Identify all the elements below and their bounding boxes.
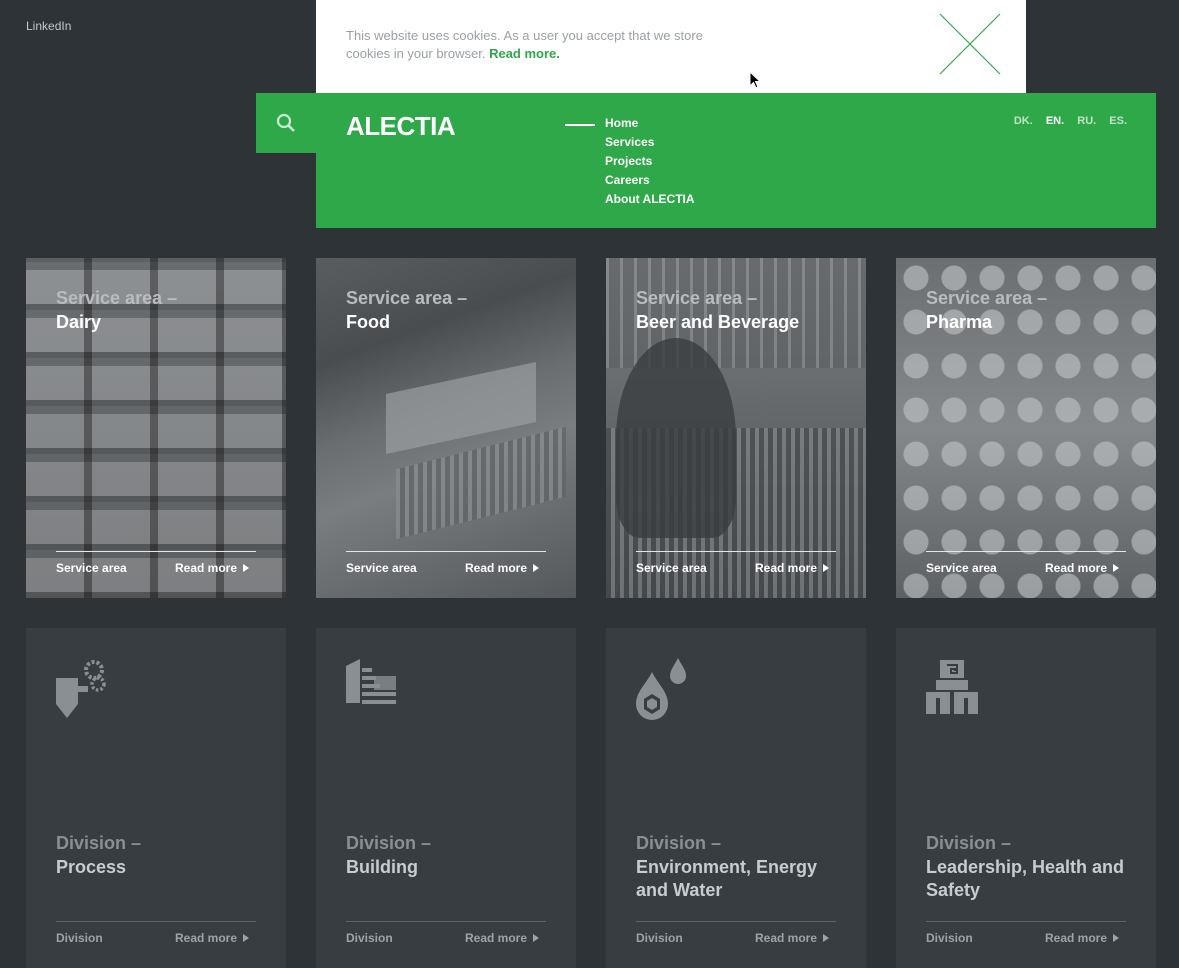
play-arrow-icon bbox=[533, 934, 540, 942]
food-photo bbox=[316, 258, 576, 598]
read-more-label: Read more bbox=[1045, 931, 1108, 945]
card-pre-label: Service area – bbox=[56, 288, 178, 308]
card-pre-label: Service area – bbox=[926, 288, 1048, 308]
service-card-food[interactable]: Service area – Food Service area Read mo… bbox=[316, 258, 576, 598]
card-type-label: Division bbox=[56, 931, 103, 945]
division-card-leadership[interactable]: Division – Leadership, Health and Safety… bbox=[896, 628, 1156, 968]
play-arrow-icon bbox=[1113, 934, 1120, 942]
read-more-label: Read more bbox=[175, 561, 238, 575]
beverage-photo bbox=[606, 258, 866, 598]
read-more-link[interactable]: Read more bbox=[175, 931, 250, 945]
card-pre-label: Division – bbox=[636, 833, 722, 853]
lang-en[interactable]: EN. bbox=[1046, 115, 1064, 127]
divider bbox=[636, 551, 836, 552]
read-more-link[interactable]: Read more bbox=[755, 561, 830, 575]
card-pre-label: Service area – bbox=[346, 288, 468, 308]
card-title: Beer and Beverage bbox=[636, 312, 800, 332]
card-pre-label: Division – bbox=[926, 833, 1012, 853]
divider bbox=[346, 921, 546, 922]
read-more-label: Read more bbox=[465, 931, 528, 945]
lang-ru[interactable]: RU. bbox=[1077, 115, 1096, 127]
read-more-label: Read more bbox=[755, 931, 818, 945]
play-arrow-icon bbox=[533, 564, 540, 572]
card-title: Leadership, Health and Safety bbox=[926, 857, 1125, 900]
pharma-photo bbox=[896, 258, 1156, 598]
cookie-message: This website uses cookies. As a user you… bbox=[346, 27, 726, 63]
division-card-building[interactable]: Division – Building Division Read more bbox=[316, 628, 576, 968]
nav-item-careers[interactable]: Careers bbox=[605, 171, 695, 190]
nav-item-services[interactable]: Services bbox=[605, 133, 695, 152]
read-more-label: Read more bbox=[755, 561, 818, 575]
divider bbox=[56, 921, 256, 922]
card-type-label: Service area bbox=[56, 561, 127, 575]
read-more-label: Read more bbox=[465, 561, 528, 575]
process-gears-icon bbox=[56, 660, 106, 718]
card-type-label: Division bbox=[636, 931, 683, 945]
language-switcher: DK. EN. RU. ES. bbox=[1004, 115, 1127, 127]
linkedin-link[interactable]: LinkedIn bbox=[26, 19, 71, 33]
building-icon bbox=[346, 659, 396, 704]
search-button[interactable] bbox=[256, 93, 316, 153]
nav-item-home[interactable]: Home bbox=[605, 114, 695, 133]
lang-dk[interactable]: DK. bbox=[1014, 115, 1033, 127]
card-title: Process bbox=[56, 857, 127, 877]
divider bbox=[926, 551, 1126, 552]
card-title: Pharma bbox=[926, 312, 993, 332]
play-arrow-icon bbox=[243, 564, 250, 572]
service-card-dairy[interactable]: Service area – Dairy Service area Read m… bbox=[26, 258, 286, 598]
read-more-link[interactable]: Read more bbox=[1045, 561, 1120, 575]
card-title: Dairy bbox=[56, 312, 102, 332]
read-more-label: Read more bbox=[175, 931, 238, 945]
card-title: Environment, Energy and Water bbox=[636, 857, 818, 900]
divider bbox=[346, 551, 546, 552]
read-more-link[interactable]: Read more bbox=[465, 561, 540, 575]
nav-item-projects[interactable]: Projects bbox=[605, 152, 695, 171]
divider bbox=[926, 921, 1126, 922]
search-icon bbox=[276, 113, 295, 132]
play-arrow-icon bbox=[823, 564, 830, 572]
read-more-link[interactable]: Read more bbox=[465, 931, 540, 945]
card-title: Building bbox=[346, 857, 418, 877]
dairy-photo bbox=[26, 258, 286, 598]
active-nav-indicator bbox=[565, 124, 595, 126]
card-title: Food bbox=[346, 312, 390, 332]
cookie-banner: This website uses cookies. As a user you… bbox=[316, 0, 1026, 93]
logo[interactable]: ALECTIA bbox=[346, 111, 456, 142]
service-card-beer-beverage[interactable]: Service area – Beer and Beverage Service… bbox=[606, 258, 866, 598]
read-more-label: Read more bbox=[1045, 561, 1108, 575]
division-card-environment[interactable]: Division – Environment, Energy and Water… bbox=[606, 628, 866, 968]
mouse-cursor-icon bbox=[749, 71, 761, 89]
divider bbox=[56, 551, 256, 552]
service-card-pharma[interactable]: Service area – Pharma Service area Read … bbox=[896, 258, 1156, 598]
card-pre-label: Division – bbox=[346, 833, 432, 853]
play-arrow-icon bbox=[1113, 564, 1120, 572]
read-more-link[interactable]: Read more bbox=[755, 931, 830, 945]
division-card-process[interactable]: Division – Process Division Read more bbox=[26, 628, 286, 968]
card-type-label: Division bbox=[346, 931, 393, 945]
close-icon[interactable] bbox=[939, 13, 1001, 75]
site-header: ALECTIA Home Services Projects Careers A… bbox=[316, 93, 1156, 228]
card-type-label: Division bbox=[926, 931, 973, 945]
read-more-link[interactable]: Read more bbox=[1045, 931, 1120, 945]
main-nav: Home Services Projects Careers About ALE… bbox=[605, 114, 695, 209]
card-pre-label: Service area – bbox=[636, 288, 758, 308]
card-type-label: Service area bbox=[636, 561, 707, 575]
people-icon bbox=[926, 660, 978, 714]
card-type-label: Service area bbox=[926, 561, 997, 575]
read-more-link[interactable]: Read more bbox=[175, 561, 250, 575]
card-pre-label: Division – bbox=[56, 833, 142, 853]
play-arrow-icon bbox=[823, 934, 830, 942]
water-drop-icon bbox=[636, 658, 686, 720]
divider bbox=[636, 921, 836, 922]
lang-es[interactable]: ES. bbox=[1109, 115, 1127, 127]
play-arrow-icon bbox=[243, 934, 250, 942]
nav-item-about[interactable]: About ALECTIA bbox=[605, 190, 695, 209]
card-type-label: Service area bbox=[346, 561, 417, 575]
cookie-read-more-link[interactable]: Read more. bbox=[489, 46, 560, 61]
